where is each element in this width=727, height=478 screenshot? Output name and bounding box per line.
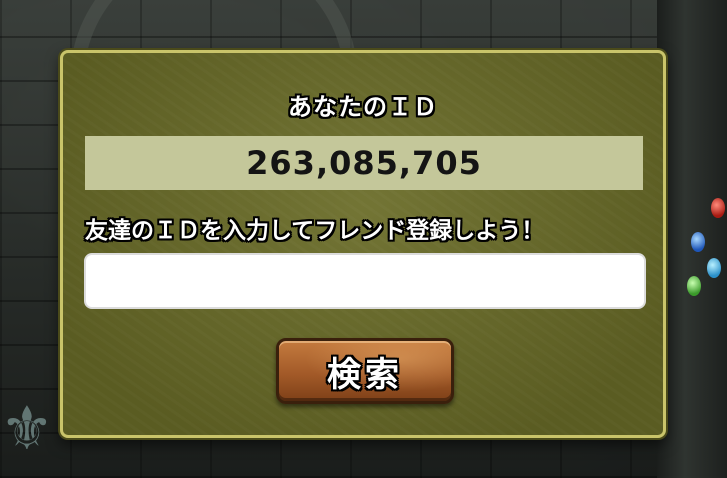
friend-search-dialog: あなたのＩＤ 263,085,705 友達のＩＤを入力してフレンド登録しよう！ … [60, 50, 666, 438]
friend-id-prompt: 友達のＩＤを入力してフレンド登録しよう！ [85, 218, 545, 244]
friend-id-input[interactable] [84, 253, 646, 309]
search-button[interactable]: 検索 [276, 338, 454, 404]
your-id-box: 263,085,705 [85, 136, 643, 190]
search-button-label: 検索 [327, 354, 403, 395]
your-id-value: 263,085,705 [246, 144, 482, 182]
red-gem-icon [711, 198, 725, 218]
your-id-label: あなたのＩＤ [288, 93, 438, 121]
cyan-gem-icon [707, 258, 721, 278]
game-scene: ⚜ あなたのＩＤ 263,085,705 友達のＩＤを入力してフレンド登録しよう… [0, 0, 727, 478]
green-gem-icon [687, 276, 701, 296]
fleur-de-lis-icon: ⚜ [0, 394, 54, 464]
blue-gem-icon [691, 232, 705, 252]
